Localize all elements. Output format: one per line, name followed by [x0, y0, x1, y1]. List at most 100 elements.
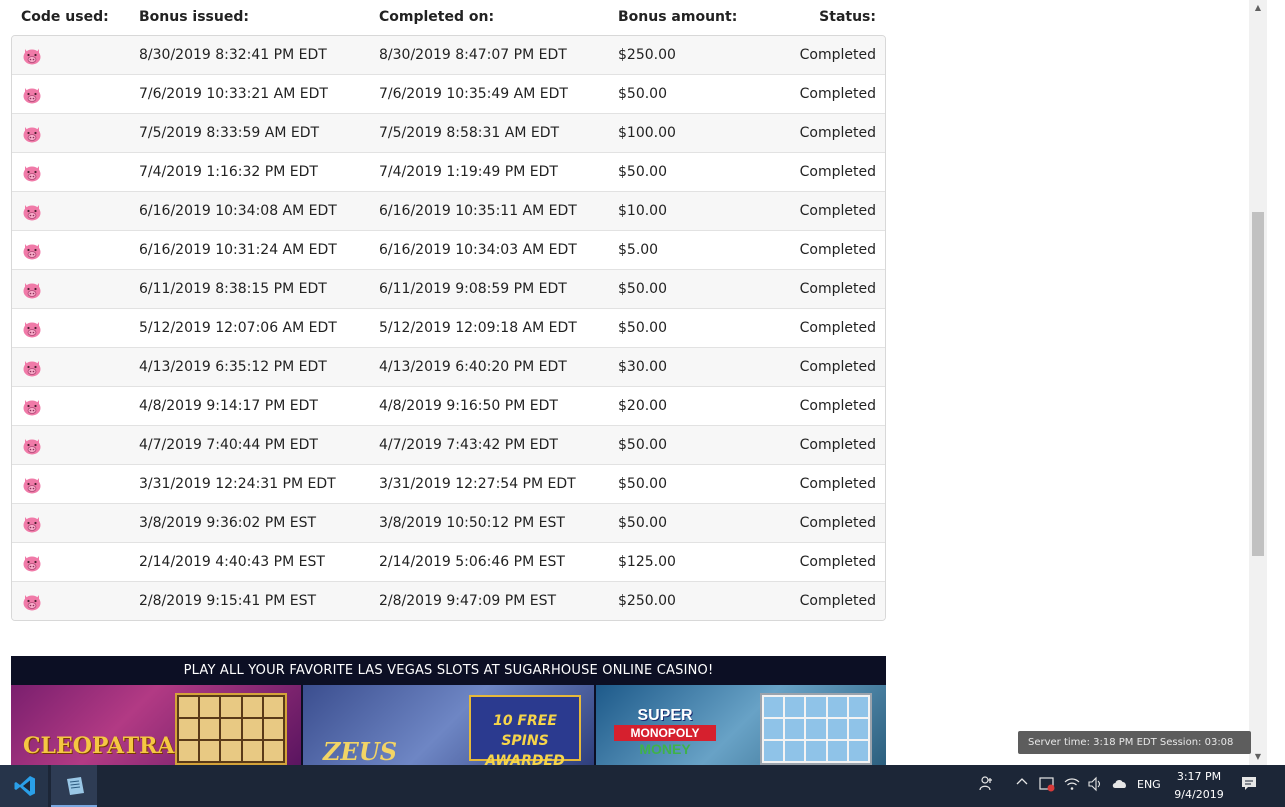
- bonus-issued-cell: 3/8/2019 9:36:02 PM EST: [139, 515, 317, 531]
- status-cell: Completed: [799, 164, 876, 180]
- super-monopoly-logo: SUPER MONOPOLY MONEY: [610, 707, 720, 757]
- bonus-issued-cell: 6/16/2019 10:34:08 AM EDT: [139, 203, 337, 219]
- bonus-history-page: Code used: Bonus issued: Completed on: B…: [0, 0, 1267, 765]
- status-cell: Completed: [799, 593, 876, 609]
- cleopatra-promo[interactable]: CLEOPATRA: [11, 685, 301, 765]
- bonus-amount-cell: $20.00: [618, 398, 667, 414]
- vscode-taskbar-button[interactable]: [0, 765, 48, 807]
- banner-headline: PLAY ALL YOUR FAVORITE LAS VEGAS SLOTS A…: [183, 663, 714, 678]
- table-row: 3/8/2019 9:36:02 PM EST 3/8/2019 10:50:12…: [12, 503, 885, 542]
- table-row: 7/5/2019 8:33:59 AM EDT 7/5/2019 8:58:31 …: [12, 113, 885, 152]
- status-cell: Completed: [799, 320, 876, 336]
- completed-on-cell: 7/5/2019 8:58:31 AM EDT: [379, 125, 560, 141]
- table-header: Code used: Bonus issued: Completed on: B…: [11, 0, 886, 35]
- windows-taskbar: ENG 3:17 PM 9/4/2019: [0, 765, 1285, 807]
- app-taskbar-button[interactable]: [51, 765, 97, 807]
- pig-icon: [22, 437, 42, 455]
- server-time-session-tooltip: Server time: 3:18 PM EDT Session: 03:08: [1018, 731, 1251, 754]
- status-cell: Completed: [799, 242, 876, 258]
- casino-promo-banner[interactable]: PLAY ALL YOUR FAVORITE LAS VEGAS SLOTS A…: [11, 656, 886, 765]
- completed-on-cell: 6/16/2019 10:35:11 AM EDT: [379, 203, 577, 219]
- bonus-amount-cell: $50.00: [618, 320, 667, 336]
- scroll-down-arrow-icon[interactable]: ▼: [1249, 749, 1267, 765]
- pig-icon: [22, 320, 42, 338]
- vertical-scrollbar[interactable]: ▲ ▼: [1249, 0, 1267, 765]
- status-cell: Completed: [799, 86, 876, 102]
- table-row: 6/16/2019 10:31:24 AM EDT 6/16/2019 10:34…: [12, 230, 885, 269]
- status-cell: Completed: [799, 476, 876, 492]
- pig-icon: [22, 398, 42, 416]
- table-row: 2/14/2019 4:40:43 PM EST 2/14/2019 5:06:4…: [12, 542, 885, 581]
- header-code-used: Code used:: [21, 9, 109, 25]
- pig-icon: [22, 164, 42, 182]
- bonus-issued-cell: 4/8/2019 9:14:17 PM EDT: [139, 398, 318, 414]
- cleopatra-logo: CLEOPATRA: [23, 733, 175, 759]
- monopoly-slot-reels: [760, 693, 872, 765]
- volume-icon[interactable]: [1087, 776, 1103, 796]
- zeus-promo[interactable]: ZEUS 10 FREE SPINS AWARDED: [303, 685, 594, 765]
- logo-super: SUPER: [637, 707, 693, 724]
- pig-icon: [22, 125, 42, 143]
- bonus-issued-cell: 3/31/2019 12:24:31 PM EDT: [139, 476, 336, 492]
- zeus-logo: ZEUS: [323, 737, 398, 765]
- bonus-issued-cell: 8/30/2019 8:32:41 PM EDT: [139, 47, 327, 63]
- table-row: 8/30/2019 8:32:41 PM EDT 8/30/2019 8:47:0…: [12, 36, 885, 74]
- table-row: 7/4/2019 1:16:32 PM EDT 7/4/2019 1:19:49 …: [12, 152, 885, 191]
- table-row: 4/13/2019 6:35:12 PM EDT 4/13/2019 6:40:2…: [12, 347, 885, 386]
- table-row: 3/31/2019 12:24:31 PM EDT 3/31/2019 12:27…: [12, 464, 885, 503]
- people-icon[interactable]: [979, 775, 995, 795]
- scrollbar-thumb[interactable]: [1252, 212, 1264, 556]
- header-completed-on: Completed on:: [379, 9, 495, 25]
- bonus-issued-cell: 7/6/2019 10:33:21 AM EDT: [139, 86, 328, 102]
- pig-icon: [22, 476, 42, 494]
- bonus-amount-cell: $50.00: [618, 476, 667, 492]
- scroll-up-arrow-icon[interactable]: ▲: [1249, 0, 1267, 16]
- bonus-issued-cell: 4/7/2019 7:40:44 PM EDT: [139, 437, 318, 453]
- status-cell: Completed: [799, 47, 876, 63]
- super-monopoly-promo[interactable]: SUPER MONOPOLY MONEY: [596, 685, 886, 765]
- clock-date: 9/4/2019: [1174, 788, 1224, 801]
- bonus-amount-cell: $5.00: [618, 242, 659, 258]
- security-alert-icon[interactable]: [1039, 776, 1055, 796]
- table-row: 6/16/2019 10:34:08 AM EDT 6/16/2019 10:35…: [12, 191, 885, 230]
- pig-icon: [22, 593, 42, 611]
- wifi-icon[interactable]: [1064, 776, 1080, 796]
- status-cell: Completed: [799, 203, 876, 219]
- bonus-amount-cell: $50.00: [618, 281, 667, 297]
- status-cell: Completed: [799, 437, 876, 453]
- pig-icon: [22, 242, 42, 260]
- completed-on-cell: 3/31/2019 12:27:54 PM EDT: [379, 476, 576, 492]
- pig-icon: [22, 86, 42, 104]
- bonus-amount-cell: $50.00: [618, 437, 667, 453]
- table-row: 5/12/2019 12:07:06 AM EDT 5/12/2019 12:09…: [12, 308, 885, 347]
- completed-on-cell: 2/8/2019 9:47:09 PM EST: [379, 593, 557, 609]
- completed-on-cell: 4/8/2019 9:16:50 PM EDT: [379, 398, 558, 414]
- onedrive-cloud-icon[interactable]: [1111, 776, 1129, 796]
- pig-icon: [22, 515, 42, 533]
- bonus-issued-cell: 5/12/2019 12:07:06 AM EDT: [139, 320, 337, 336]
- status-cell: Completed: [799, 515, 876, 531]
- pig-icon: [22, 281, 42, 299]
- bonus-amount-cell: $50.00: [618, 86, 667, 102]
- cleopatra-slot-reels: [175, 693, 287, 765]
- app-icon: [67, 777, 84, 795]
- bonus-issued-cell: 7/5/2019 8:33:59 AM EDT: [139, 125, 320, 141]
- input-language-indicator[interactable]: ENG: [1137, 778, 1161, 791]
- status-cell: Completed: [799, 125, 876, 141]
- completed-on-cell: 6/11/2019 9:08:59 PM EDT: [379, 281, 567, 297]
- completed-on-cell: 7/4/2019 1:19:49 PM EDT: [379, 164, 558, 180]
- taskbar-clock[interactable]: 3:17 PM 9/4/2019: [1163, 768, 1235, 804]
- bonus-amount-cell: $30.00: [618, 359, 667, 375]
- completed-on-cell: 7/6/2019 10:35:49 AM EDT: [379, 86, 568, 102]
- bonus-issued-cell: 6/11/2019 8:38:15 PM EDT: [139, 281, 327, 297]
- clock-time: 3:17 PM: [1176, 770, 1222, 783]
- pig-icon: [22, 47, 42, 65]
- bonus-issued-cell: 2/8/2019 9:15:41 PM EST: [139, 593, 317, 609]
- free-spins-badge: 10 FREE SPINS AWARDED: [469, 695, 581, 765]
- show-hidden-icons-chevron-icon[interactable]: [1015, 775, 1029, 793]
- completed-on-cell: 2/14/2019 5:06:46 PM EST: [379, 554, 565, 570]
- bonus-issued-cell: 6/16/2019 10:31:24 AM EDT: [139, 242, 337, 258]
- action-center-notification-icon[interactable]: [1240, 775, 1258, 797]
- status-cell: Completed: [799, 398, 876, 414]
- bonus-amount-cell: $125.00: [618, 554, 676, 570]
